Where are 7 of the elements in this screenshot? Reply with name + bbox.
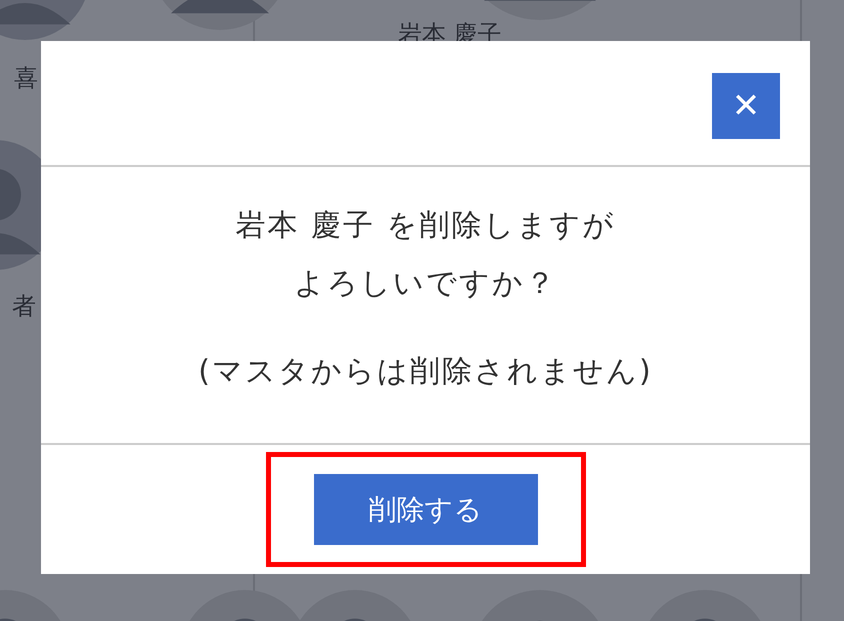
message-text: 岩本 慶子 を削除しますが <box>235 207 616 245</box>
delete-button[interactable]: 削除する <box>314 474 538 545</box>
person-name: 喜 <box>14 63 38 94</box>
message-text: (マスタからは削除されません) <box>198 353 653 391</box>
message-text: よろしいですか？ <box>294 265 557 303</box>
person-name: 者 <box>12 291 36 322</box>
close-button[interactable]: ✕ <box>712 73 780 139</box>
